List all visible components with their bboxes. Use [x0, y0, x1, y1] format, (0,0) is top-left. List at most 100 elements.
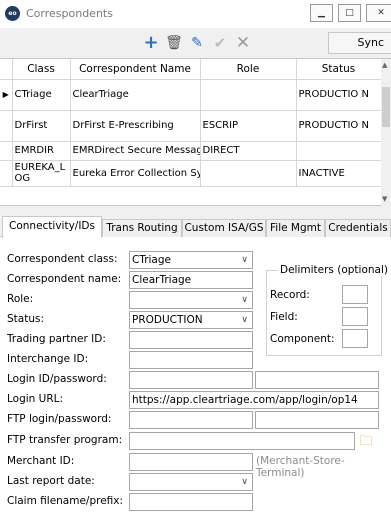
cell-role[interactable]: ESCRIP — [200, 110, 297, 142]
interchange-label: Interchange ID: — [7, 353, 89, 365]
cell-class[interactable]: CTriage — [12, 79, 71, 111]
table-row[interactable]: DrFirst DrFirst E-Prescribing ESCRIP PRO… — [0, 110, 382, 142]
cell-status[interactable]: PRODUCTIO N — [296, 110, 382, 142]
tab-custom-isa-gs[interactable]: Custom ISA/GS — [182, 219, 266, 237]
cell-name[interactable]: DrFirst E-Prescribing — [70, 110, 201, 142]
toolbar: + 🗑 ✎ ✔ ✕ Sync — [0, 28, 391, 58]
scroll-up-icon[interactable]: ▲ — [382, 61, 387, 69]
cell-class[interactable]: DrFirst — [12, 110, 71, 142]
tab-trans-routing[interactable]: Trans Routing — [102, 219, 182, 237]
role-label: Role: — [7, 293, 34, 305]
chevron-down-icon: ∨ — [241, 295, 248, 305]
cell-name[interactable]: ClearTriage — [70, 79, 201, 111]
check-icon[interactable]: ✔ — [210, 33, 230, 53]
interchange-field[interactable] — [129, 351, 253, 369]
chevron-down-icon: ∨ — [241, 255, 248, 265]
cell-status[interactable]: INACTIVE — [296, 160, 382, 187]
minimize-button[interactable]: ▁ — [310, 4, 333, 22]
merchant-hint: (Merchant-Store-Terminal) — [256, 455, 345, 479]
window-title: Correspondents — [26, 7, 113, 20]
field-delimiter-field[interactable] — [342, 307, 368, 326]
cell-status[interactable] — [296, 141, 382, 161]
table-header-row: Class Correspondent Name Role Status — [0, 59, 382, 80]
edit-icon[interactable]: ✎ — [187, 33, 207, 53]
delete-icon[interactable]: 🗑 — [164, 33, 184, 53]
sync-button[interactable]: Sync — [328, 32, 391, 54]
correspondent-class-label: Correspondent class: — [7, 253, 118, 265]
tab-file-mgmt[interactable]: File Mgmt — [266, 219, 325, 237]
column-header-role[interactable]: Role — [200, 59, 297, 80]
column-header-status[interactable]: Status — [296, 59, 382, 80]
maximize-icon: □ — [345, 8, 354, 18]
last-report-label: Last report date: — [7, 475, 95, 487]
row-indicator — [0, 160, 13, 187]
cell-role[interactable] — [200, 160, 297, 187]
login-id-field[interactable] — [129, 371, 253, 389]
current-row-indicator-icon: ▶ — [0, 79, 13, 111]
minimize-icon: ▁ — [318, 8, 325, 18]
add-icon[interactable]: + — [141, 33, 161, 53]
field-label: Field: — [270, 311, 298, 323]
cell-status[interactable]: PRODUCTIO N — [296, 79, 382, 111]
correspondent-name-field[interactable]: ClearTriage — [129, 271, 253, 289]
table-row[interactable]: EUREKA_L OG Eureka Error Collection Syst… — [0, 160, 382, 187]
cell-name[interactable]: Eureka Error Collection System — [70, 160, 201, 187]
ftp-password-field[interactable] — [255, 411, 379, 429]
row-indicator-header — [0, 59, 13, 80]
delimiters-title: Delimiters (optional) — [278, 264, 390, 276]
role-select[interactable]: ∨ — [129, 291, 253, 309]
login-password-field[interactable] — [255, 371, 379, 389]
tab-connectivity-ids[interactable]: Connectivity/IDs — [2, 216, 102, 238]
record-label: Record: — [270, 289, 310, 301]
correspondents-table: Class Correspondent Name Role Status ▶ C… — [0, 58, 391, 206]
ftp-login-label: FTP login/password: — [7, 413, 112, 425]
folder-icon[interactable]: 🗀 — [357, 434, 375, 450]
ftp-login-field[interactable] — [129, 411, 253, 429]
status-label: Status: — [7, 313, 44, 325]
claim-prefix-label: Claim filename/prefix: — [7, 495, 124, 507]
status-select[interactable]: PRODUCTION ∨ — [129, 311, 253, 329]
table-row[interactable]: EMRDIR EMRDirect Secure Messaging DIRECT — [0, 141, 382, 161]
close-icon: ✕ — [377, 8, 385, 18]
scroll-down-icon[interactable]: ▼ — [382, 195, 387, 203]
column-header-class[interactable]: Class — [12, 59, 71, 80]
correspondent-class-value: CTriage — [132, 254, 171, 266]
merchant-field[interactable] — [129, 453, 253, 471]
login-label: Login ID/password: — [7, 373, 107, 385]
chevron-down-icon: ∨ — [241, 477, 248, 487]
tab-credentials[interactable]: Credentials — [325, 219, 391, 237]
correspondents-window: eo Correspondents ▁ □ ✕ + 🗑 ✎ ✔ ✕ Sync C… — [0, 0, 391, 515]
ftp-program-label: FTP transfer program: — [7, 434, 123, 446]
chevron-down-icon: ∨ — [241, 315, 248, 325]
trading-partner-field[interactable] — [129, 331, 253, 349]
cell-role[interactable]: DIRECT — [200, 141, 297, 161]
table-scrollbar[interactable]: ▲ ▼ — [381, 59, 391, 206]
merchant-label: Merchant ID: — [7, 455, 75, 467]
last-report-select[interactable]: ∨ — [129, 473, 253, 491]
table-row[interactable]: ▶ CTriage ClearTriage PRODUCTIO N — [0, 79, 382, 111]
maximize-button[interactable]: □ — [338, 4, 361, 22]
login-url-label: Login URL: — [7, 393, 64, 405]
component-label: Component: — [270, 333, 335, 345]
app-icon: eo — [5, 6, 20, 21]
close-button[interactable]: ✕ — [366, 4, 391, 22]
cell-name[interactable]: EMRDirect Secure Messaging — [70, 141, 201, 161]
column-header-name[interactable]: Correspondent Name — [70, 59, 201, 80]
cell-class[interactable]: EMRDIR — [12, 141, 71, 161]
correspondent-name-label: Correspondent name: — [7, 273, 122, 285]
record-delimiter-field[interactable] — [342, 285, 368, 304]
title-bar: eo Correspondents ▁ □ ✕ — [0, 0, 391, 28]
cancel-icon[interactable]: ✕ — [233, 33, 253, 53]
trading-partner-label: Trading partner ID: — [7, 333, 106, 345]
claim-prefix-field[interactable] — [129, 493, 253, 511]
detail-tabs: Connectivity/IDs Trans Routing Custom IS… — [0, 216, 391, 238]
component-delimiter-field[interactable] — [342, 329, 368, 348]
login-url-field[interactable]: https://app.cleartriage.com/app/login/op… — [129, 391, 379, 409]
row-indicator — [0, 141, 13, 161]
cell-role[interactable] — [200, 79, 297, 111]
ftp-program-field[interactable] — [129, 432, 355, 450]
scrollbar-thumb[interactable] — [382, 87, 390, 127]
correspondent-class-select[interactable]: CTriage ∨ — [129, 251, 253, 269]
row-indicator — [0, 110, 13, 142]
cell-class[interactable]: EUREKA_L OG — [12, 160, 71, 187]
